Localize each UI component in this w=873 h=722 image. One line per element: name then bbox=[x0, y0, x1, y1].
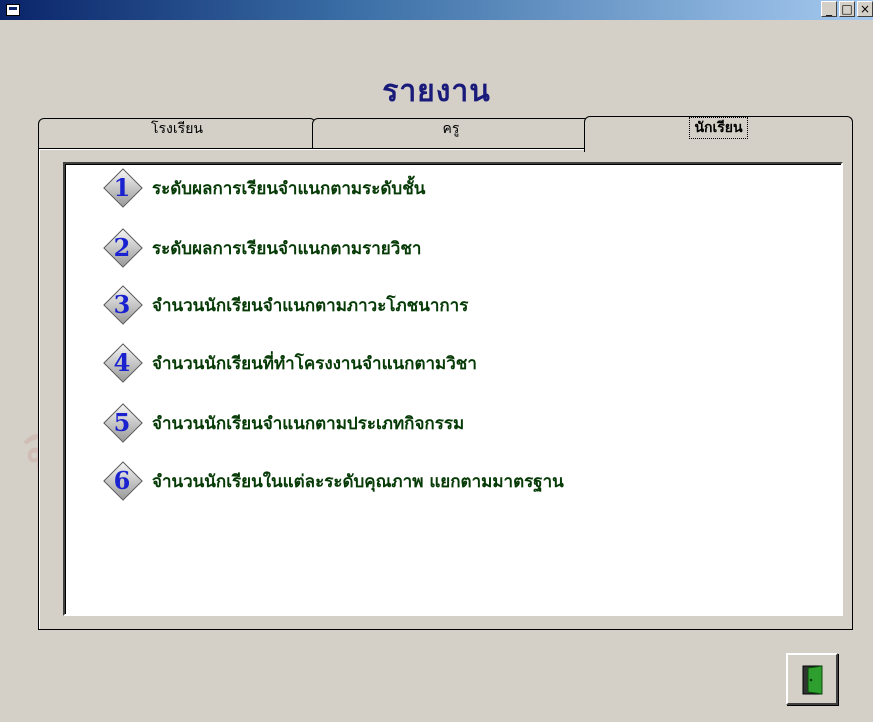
report-item[interactable]: 4 จำนวนนักเรียนที่ทำโครงงานจำแนกตามวิชา bbox=[100, 343, 477, 383]
diamond-number-icon: 1 bbox=[100, 168, 144, 208]
report-item-label: จำนวนนักเรียนจำแนกตามภาวะโภชนาการ bbox=[152, 295, 469, 316]
diamond-number-icon: 5 bbox=[100, 403, 144, 443]
diamond-number-icon: 2 bbox=[100, 228, 144, 268]
report-item[interactable]: 3 จำนวนนักเรียนจำแนกตามภาวะโภชนาการ bbox=[100, 285, 469, 325]
diamond-number-icon: 3 bbox=[100, 285, 144, 325]
close-button[interactable]: × bbox=[857, 1, 873, 17]
tab-label: นักเรียน bbox=[689, 117, 748, 139]
exit-button[interactable] bbox=[786, 653, 838, 705]
tab-student[interactable]: นักเรียน bbox=[584, 116, 853, 152]
report-item-label: จำนวนนักเรียนจำแนกตามประเภทกิจกรรม bbox=[152, 413, 465, 434]
diamond-number-icon: 6 bbox=[100, 461, 144, 501]
report-item-label: ระดับผลการเรียนจำแนกตามระดับชั้น bbox=[152, 178, 426, 199]
tab-teacher[interactable]: ครู bbox=[312, 118, 590, 150]
report-item-label: จำนวนนักเรียนในแต่ละระดับคุณภาพ แยกตามมา… bbox=[152, 471, 564, 492]
report-item-label: จำนวนนักเรียนที่ทำโครงงานจำแนกตามวิชา bbox=[152, 353, 477, 374]
window-controls: _ □ × bbox=[819, 1, 873, 17]
tab-label: ครู bbox=[442, 121, 460, 137]
report-item-label: ระดับผลการเรียนจำแนกตามรายวิชา bbox=[152, 238, 422, 259]
report-item[interactable]: 1 ระดับผลการเรียนจำแนกตามระดับชั้น bbox=[100, 168, 426, 208]
report-item[interactable]: 6 จำนวนนักเรียนในแต่ละระดับคุณภาพ แยกตาม… bbox=[100, 461, 564, 501]
app-icon[interactable] bbox=[6, 4, 20, 16]
minimize-button[interactable]: _ bbox=[821, 1, 837, 17]
title-bar: _ □ × bbox=[0, 0, 873, 20]
maximize-button[interactable]: □ bbox=[839, 1, 855, 17]
page-title: รายงาน bbox=[382, 74, 491, 109]
diamond-number-icon: 4 bbox=[100, 343, 144, 383]
tab-label: โรงเรียน bbox=[151, 121, 203, 137]
tab-school[interactable]: โรงเรียน bbox=[38, 118, 316, 150]
report-item[interactable]: 2 ระดับผลการเรียนจำแนกตามรายวิชา bbox=[100, 228, 422, 268]
report-item[interactable]: 5 จำนวนนักเรียนจำแนกตามประเภทกิจกรรม bbox=[100, 403, 465, 443]
exit-door-icon bbox=[802, 665, 823, 695]
